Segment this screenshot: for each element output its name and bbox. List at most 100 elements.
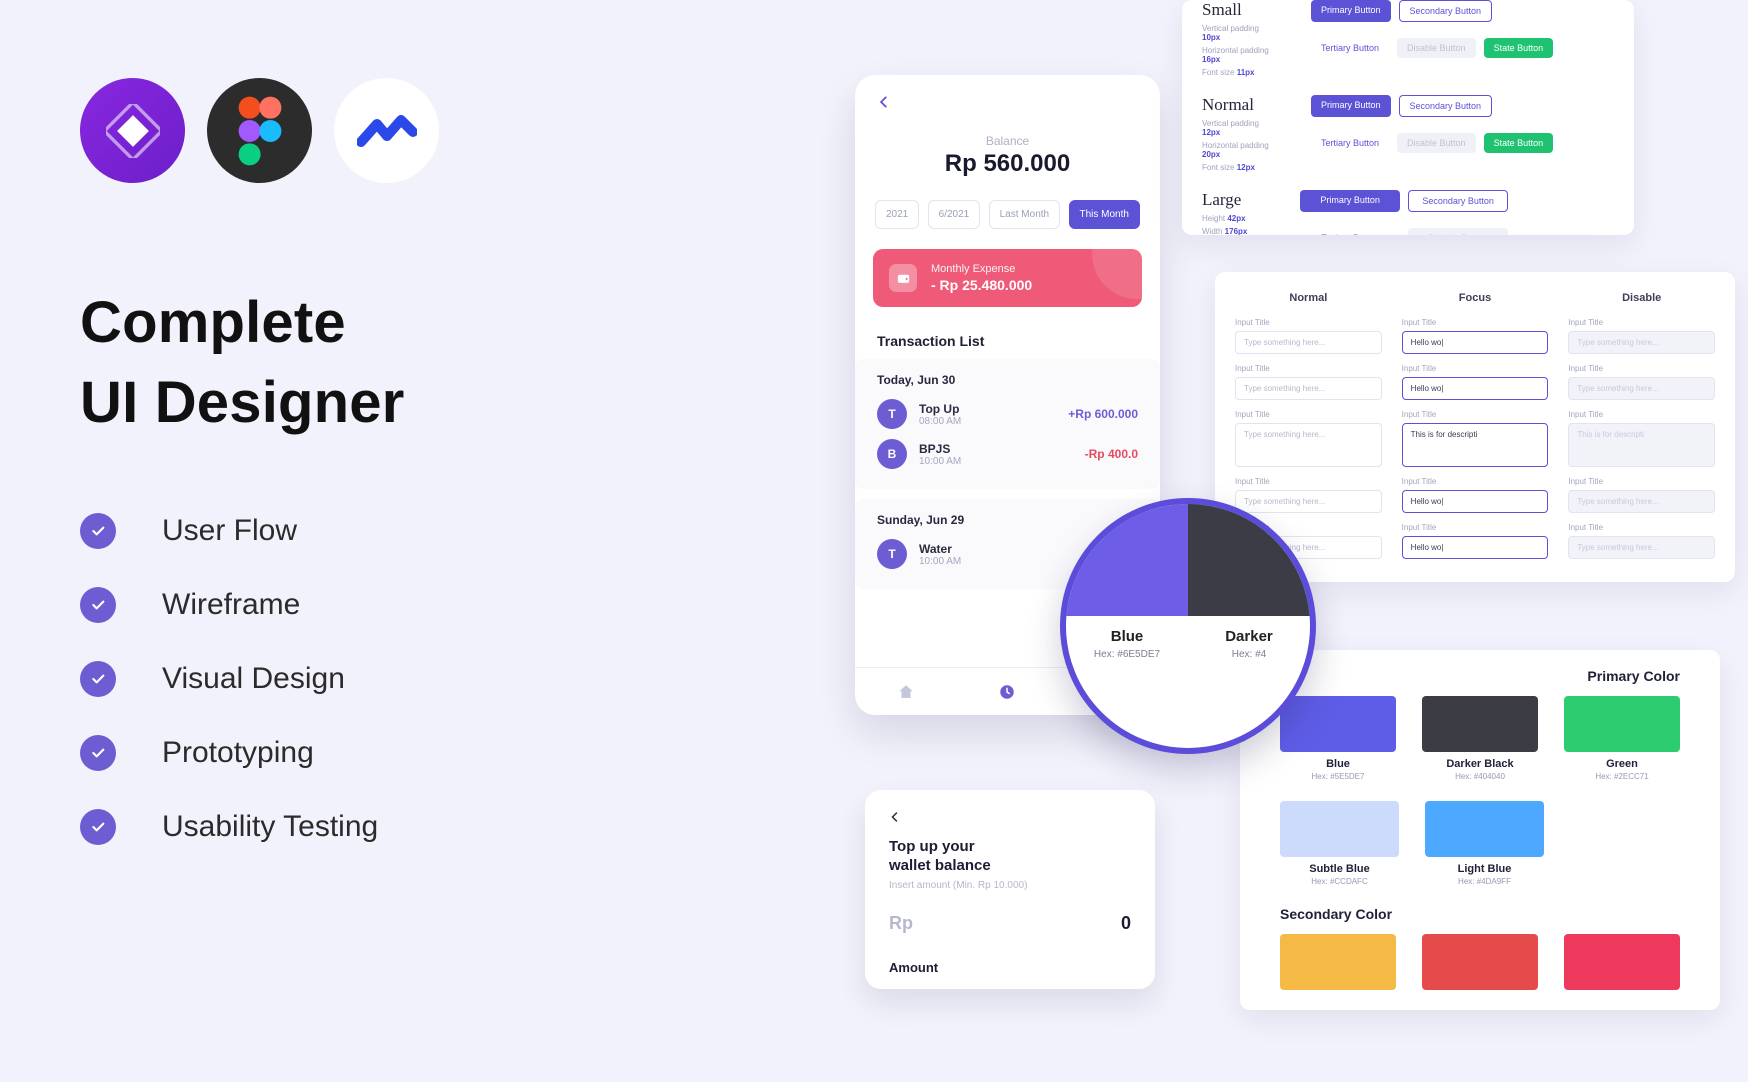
col-heading: Focus — [1402, 292, 1549, 304]
text-input[interactable]: Type something here... — [1235, 490, 1382, 513]
swatch — [1564, 696, 1680, 752]
avatar: T — [877, 539, 907, 569]
sample-button[interactable]: Tertiary Button — [1311, 38, 1389, 58]
text-input[interactable]: Hello wo| — [1402, 331, 1549, 354]
swatch-hex: Hex: #5E5DE7 — [1280, 772, 1396, 781]
back-button[interactable] — [855, 95, 1160, 114]
expense-value: - Rp 25.480.000 — [931, 277, 1032, 293]
input-label: Input Title — [1402, 523, 1549, 532]
clock-icon[interactable] — [998, 683, 1016, 701]
check-icon — [80, 735, 116, 771]
input-column: Disable Input Title Type something here.… — [1568, 292, 1715, 559]
tx-name: Top Up — [919, 402, 1056, 416]
diamond-icon — [106, 104, 160, 158]
feature-list: User Flow Wireframe Visual Design Protot… — [80, 513, 640, 845]
sample-button[interactable]: Tertiary Button — [1311, 133, 1389, 153]
button-group: Normal Vertical padding 12pxHorizontal p… — [1202, 95, 1614, 172]
text-input[interactable]: Type something here... — [1568, 377, 1715, 400]
textarea[interactable]: This is for descripti — [1568, 423, 1715, 467]
color-styleguide-card: Primary Color Blue Hex: #5E5DE7 Darker B… — [1240, 650, 1720, 1010]
sample-button[interactable]: Secondary Button — [1399, 0, 1493, 22]
amount-input[interactable]: Rp 0 — [889, 913, 1131, 934]
sample-button[interactable]: Tertiary Button — [1300, 228, 1400, 235]
group-meta: Vertical padding 10px — [1202, 24, 1271, 42]
balance-label: Balance — [855, 134, 1160, 148]
topup-title: Top up yourwallet balance — [889, 838, 1131, 876]
swatch — [1422, 696, 1538, 752]
text-input[interactable]: Hello wo| — [1402, 377, 1549, 400]
period-chip[interactable]: 2021 — [875, 200, 919, 229]
period-chip[interactable]: This Month — [1069, 200, 1140, 229]
home-icon[interactable] — [897, 683, 915, 701]
tx-amount: -Rp 400.0 — [1085, 447, 1138, 461]
sample-button[interactable]: State Button — [1484, 133, 1554, 153]
text-input[interactable]: Type something here... — [1568, 490, 1715, 513]
feature-item: Visual Design — [80, 661, 640, 697]
transaction-row[interactable]: T Top Up08:00 AM +Rp 600.000 — [877, 399, 1138, 429]
avatar: B — [877, 439, 907, 469]
sample-button[interactable]: Secondary Button — [1408, 190, 1508, 212]
input-label: Input Title — [1402, 410, 1549, 419]
sample-button[interactable]: Primary Button — [1300, 190, 1400, 212]
sample-button[interactable]: Disable Button — [1408, 228, 1508, 235]
transaction-row[interactable]: B BPJS10:00 AM -Rp 400.0 — [877, 439, 1138, 469]
period-chip[interactable]: 6/2021 — [928, 200, 981, 229]
swatch — [1280, 934, 1396, 990]
button-group: Large Height 42pxWidth 176pxFont size 14… — [1202, 190, 1614, 235]
day-group: Today, Jun 30 T Top Up08:00 AM +Rp 600.0… — [855, 359, 1160, 489]
period-chip[interactable]: Last Month — [989, 200, 1060, 229]
sample-button[interactable]: Secondary Button — [1399, 95, 1493, 117]
tx-amount: +Rp 600.000 — [1068, 407, 1138, 421]
group-meta: Font size 12px — [1202, 163, 1271, 172]
feature-item: User Flow — [80, 513, 640, 549]
input-styleguide-card: Normal Input Title Type something here..… — [1215, 272, 1735, 582]
input-label: Input Title — [1235, 410, 1382, 419]
sample-button[interactable]: Primary Button — [1311, 95, 1391, 117]
color-swatch: Subtle Blue Hex: #CCDAFC — [1280, 801, 1399, 886]
headline: Complete UI Designer — [80, 283, 640, 443]
swatch-hex: Hex: #6E5DE7 — [1094, 649, 1160, 660]
text-input[interactable]: Type something here... — [1568, 536, 1715, 559]
textarea[interactable]: Type something here... — [1235, 423, 1382, 467]
input-label: Input Title — [1235, 318, 1382, 327]
input-label: Input Title — [1568, 410, 1715, 419]
figma-icon — [236, 96, 284, 166]
sample-button[interactable]: Disable Button — [1397, 38, 1476, 58]
group-meta: Vertical padding 12px — [1202, 119, 1271, 137]
swatch — [1425, 801, 1544, 857]
text-input[interactable]: Hello wo| — [1402, 490, 1549, 513]
period-chips: 2021 6/2021 Last Month This Month — [855, 200, 1160, 229]
swatch-name: Light Blue — [1425, 863, 1544, 875]
sample-button[interactable]: State Button — [1484, 38, 1554, 58]
check-icon — [80, 661, 116, 697]
text-input[interactable]: Hello wo| — [1402, 536, 1549, 559]
col-heading: Normal — [1235, 292, 1382, 304]
input-label: Input Title — [1568, 523, 1715, 532]
tool-logos — [80, 78, 640, 183]
expense-card[interactable]: Monthly Expense - Rp 25.480.000 — [873, 249, 1142, 307]
swatch-name: Darker — [1225, 628, 1273, 645]
input-column: Focus Input Title Hello wo| Input Title … — [1402, 292, 1549, 559]
text-input[interactable]: Type something here... — [1235, 377, 1382, 400]
feature-label: Usability Testing — [162, 810, 378, 844]
group-meta: Width 176px — [1202, 227, 1260, 235]
group-title: Large — [1202, 190, 1260, 210]
feature-label: Visual Design — [162, 662, 345, 696]
textarea[interactable]: This is for descripti — [1402, 423, 1549, 467]
sample-button[interactable]: Disable Button — [1397, 133, 1476, 153]
group-title: Normal — [1202, 95, 1271, 115]
sample-button[interactable]: Primary Button — [1311, 0, 1391, 22]
text-input[interactable]: Type something here... — [1235, 331, 1382, 354]
group-meta: Height 42px — [1202, 214, 1260, 223]
color-swatch: Green Hex: #2ECC71 — [1564, 696, 1680, 781]
group-meta: Horizontal padding 16px — [1202, 46, 1271, 64]
text-input[interactable]: Type something here... — [1568, 331, 1715, 354]
topup-hint: Insert amount (Min. Rp 10.000) — [889, 880, 1131, 891]
feature-label: Prototyping — [162, 736, 314, 770]
maze-logo — [334, 78, 439, 183]
chevron-left-icon[interactable] — [889, 811, 901, 823]
magnifier-lens: Blue Hex: #6E5DE7 Darker Hex: #4 — [1060, 498, 1316, 754]
input-label: Input Title — [1235, 364, 1382, 373]
color-swatch: Light Blue Hex: #4DA9FF — [1425, 801, 1544, 886]
feature-item: Wireframe — [80, 587, 640, 623]
